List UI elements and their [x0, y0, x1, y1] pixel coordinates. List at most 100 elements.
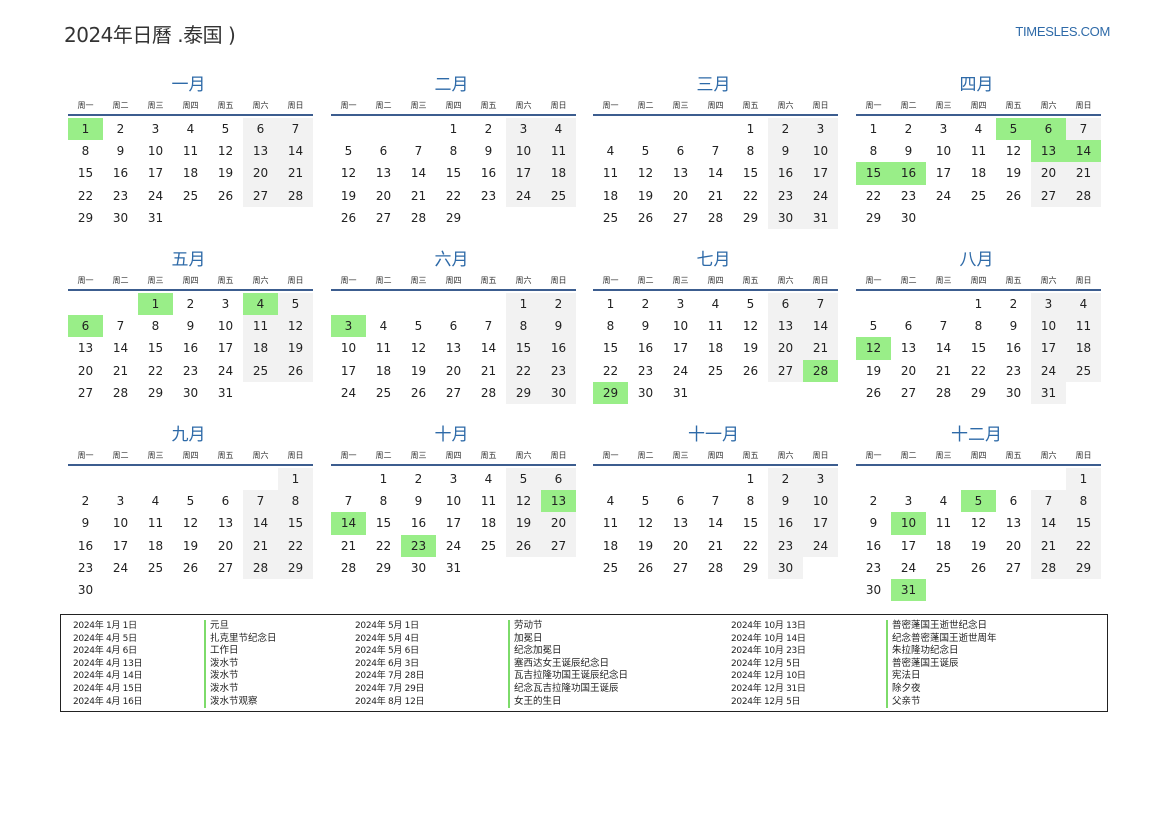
day-cell[interactable]: 24: [1031, 359, 1066, 382]
day-cell[interactable]: 18: [173, 162, 208, 184]
day-cell[interactable]: 12: [278, 315, 313, 338]
day-cell[interactable]: 25: [366, 382, 401, 404]
day-cell[interactable]: 14: [471, 337, 506, 359]
day-cell[interactable]: 15: [138, 337, 173, 359]
day-cell[interactable]: 30: [996, 382, 1031, 404]
day-cell[interactable]: 5: [733, 293, 768, 315]
day-cell[interactable]: 7: [926, 315, 961, 337]
day-cell[interactable]: 13: [1031, 140, 1066, 163]
day-cell[interactable]: 16: [628, 337, 663, 359]
day-cell[interactable]: 16: [768, 162, 803, 185]
day-cell[interactable]: 16: [68, 535, 103, 557]
day-cell[interactable]: 19: [331, 185, 366, 207]
day-cell[interactable]: 10: [103, 512, 138, 534]
day-cell[interactable]: 8: [68, 140, 103, 162]
day-cell[interactable]: 18: [593, 185, 628, 207]
day-cell[interactable]: 6: [436, 315, 471, 337]
day-cell[interactable]: 19: [961, 535, 996, 557]
day-cell[interactable]: 25: [926, 557, 961, 579]
day-cell[interactable]: 6: [366, 140, 401, 162]
day-cell[interactable]: 11: [138, 512, 173, 534]
day-cell[interactable]: 23: [103, 185, 138, 207]
day-cell[interactable]: 7: [331, 490, 366, 512]
day-cell[interactable]: 14: [103, 337, 138, 359]
day-cell[interactable]: 15: [278, 512, 313, 535]
day-cell[interactable]: 13: [768, 315, 803, 338]
day-cell[interactable]: 23: [68, 557, 103, 579]
day-cell[interactable]: 5: [996, 118, 1031, 141]
day-cell[interactable]: 5: [208, 118, 243, 140]
day-cell[interactable]: 15: [68, 162, 103, 184]
day-cell[interactable]: 25: [593, 557, 628, 579]
day-cell[interactable]: 11: [471, 490, 506, 512]
day-cell[interactable]: 3: [103, 490, 138, 512]
day-cell[interactable]: 14: [698, 512, 733, 534]
day-cell[interactable]: 7: [243, 490, 278, 513]
day-cell[interactable]: 29: [961, 382, 996, 404]
day-cell[interactable]: 20: [1031, 162, 1066, 185]
day-cell[interactable]: 23: [768, 184, 803, 207]
day-cell[interactable]: 13: [436, 337, 471, 359]
day-cell[interactable]: 23: [768, 534, 803, 557]
day-cell[interactable]: 28: [926, 382, 961, 404]
day-cell[interactable]: 11: [541, 140, 576, 163]
day-cell[interactable]: 22: [733, 535, 768, 557]
day-cell[interactable]: 1: [733, 118, 768, 140]
day-cell[interactable]: 20: [663, 185, 698, 207]
day-cell[interactable]: 1: [138, 293, 173, 316]
day-cell[interactable]: 12: [173, 512, 208, 534]
day-cell[interactable]: 23: [891, 185, 926, 207]
day-cell[interactable]: 27: [68, 382, 103, 404]
day-cell[interactable]: 2: [68, 490, 103, 512]
day-cell[interactable]: 22: [961, 360, 996, 382]
day-cell[interactable]: 20: [541, 512, 576, 535]
day-cell[interactable]: 21: [401, 185, 436, 207]
day-cell[interactable]: 21: [1031, 534, 1066, 557]
day-cell[interactable]: 25: [138, 557, 173, 579]
day-cell[interactable]: 6: [68, 315, 103, 338]
day-cell[interactable]: 12: [331, 162, 366, 184]
day-cell[interactable]: 13: [541, 490, 576, 513]
day-cell[interactable]: 27: [208, 557, 243, 579]
day-cell[interactable]: 11: [173, 140, 208, 162]
day-cell[interactable]: 27: [436, 382, 471, 404]
day-cell[interactable]: 8: [1066, 490, 1101, 513]
day-cell[interactable]: 28: [1066, 184, 1101, 207]
day-cell[interactable]: 3: [506, 118, 541, 141]
day-cell[interactable]: 11: [961, 140, 996, 162]
day-cell[interactable]: 8: [961, 315, 996, 337]
day-cell[interactable]: 30: [173, 382, 208, 404]
day-cell[interactable]: 28: [331, 557, 366, 579]
day-cell[interactable]: 1: [506, 293, 541, 316]
day-cell[interactable]: 24: [331, 382, 366, 404]
day-cell[interactable]: 14: [926, 337, 961, 359]
day-cell[interactable]: 17: [331, 360, 366, 382]
day-cell[interactable]: 10: [1031, 315, 1066, 338]
day-cell[interactable]: 5: [856, 315, 891, 337]
day-cell[interactable]: 6: [208, 490, 243, 512]
day-cell[interactable]: 22: [1066, 534, 1101, 557]
day-cell[interactable]: 26: [856, 382, 891, 404]
day-cell[interactable]: 15: [506, 337, 541, 360]
day-cell[interactable]: 21: [698, 185, 733, 207]
day-cell[interactable]: 23: [471, 185, 506, 207]
day-cell[interactable]: 17: [1031, 337, 1066, 360]
day-cell[interactable]: 27: [891, 382, 926, 404]
day-cell[interactable]: 26: [506, 534, 541, 557]
day-cell[interactable]: 10: [663, 315, 698, 337]
day-cell[interactable]: 20: [68, 360, 103, 382]
day-cell[interactable]: 15: [1066, 512, 1101, 535]
day-cell[interactable]: 10: [926, 140, 961, 162]
day-cell[interactable]: 21: [278, 162, 313, 185]
day-cell[interactable]: 30: [856, 579, 891, 601]
day-cell[interactable]: 12: [401, 337, 436, 359]
day-cell[interactable]: 25: [471, 535, 506, 557]
day-cell[interactable]: 12: [628, 162, 663, 184]
day-cell[interactable]: 26: [628, 557, 663, 579]
day-cell[interactable]: 16: [768, 512, 803, 535]
day-cell[interactable]: 21: [698, 535, 733, 557]
day-cell[interactable]: 30: [103, 207, 138, 229]
day-cell[interactable]: 13: [663, 512, 698, 534]
day-cell[interactable]: 29: [733, 207, 768, 229]
day-cell[interactable]: 17: [208, 337, 243, 359]
